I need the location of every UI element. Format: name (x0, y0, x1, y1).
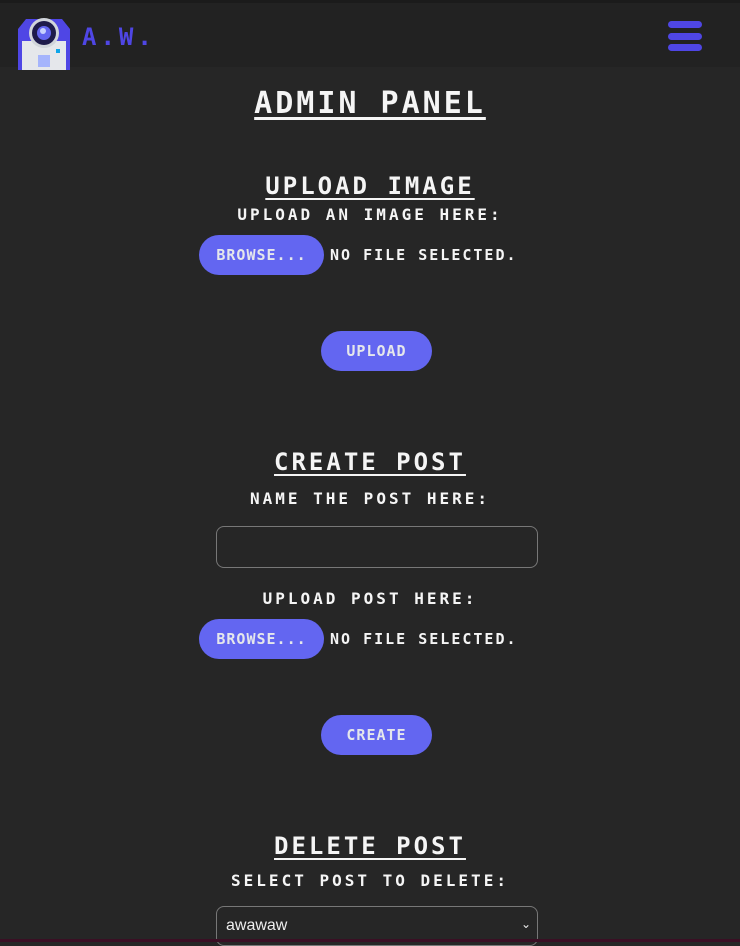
hamburger-menu-icon[interactable] (668, 19, 702, 53)
create-button[interactable]: CREATE (321, 715, 432, 755)
selected-post: awawaw (226, 917, 288, 934)
image-file-status: NO FILE SELECTED. (330, 246, 518, 264)
create-post-heading: CREATE POST (274, 448, 466, 476)
delete-post-label: SELECT POST TO DELETE: (231, 871, 509, 890)
upload-post-label: UPLOAD POST HERE: (262, 589, 478, 608)
browse-image-button[interactable]: BROWSE... (199, 235, 324, 275)
browse-post-button[interactable]: BROWSE... (199, 619, 324, 659)
post-file-status: NO FILE SELECTED. (330, 630, 518, 648)
upload-image-heading: UPLOAD IMAGE (265, 172, 475, 200)
post-name-label: NAME THE POST HERE: (249, 489, 491, 508)
image-file-input[interactable]: BROWSE... NO FILE SELECTED. (199, 235, 518, 275)
upload-image-label: UPLOAD AN IMAGE HERE: (237, 205, 503, 224)
astronaut-logo-icon[interactable] (12, 11, 76, 70)
brand-name[interactable]: A.W. (82, 23, 156, 51)
post-file-input[interactable]: BROWSE... NO FILE SELECTED. (199, 619, 518, 659)
delete-post-heading: DELETE POST (274, 832, 466, 860)
page-title: ADMIN PANEL (254, 86, 486, 121)
chevron-down-icon: ⌄ (520, 917, 531, 931)
post-name-input[interactable] (216, 526, 538, 568)
upload-button[interactable]: UPLOAD (321, 331, 432, 371)
header: A.W. (0, 0, 740, 70)
